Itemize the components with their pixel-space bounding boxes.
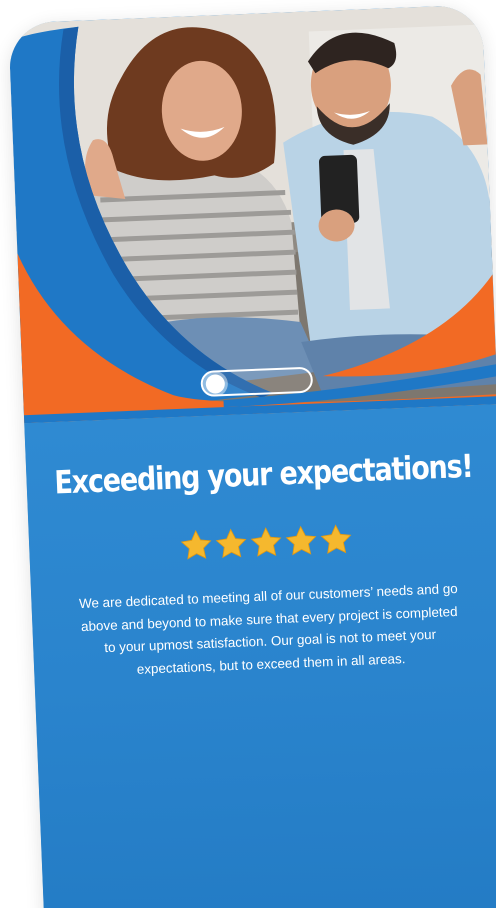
promo-card: Exceeding your expectations! We are dedi…	[8, 4, 496, 908]
rating-stars	[29, 516, 496, 569]
content-panel: Exceeding your expectations! We are dedi…	[24, 404, 496, 908]
slider-knob[interactable]	[205, 374, 226, 394]
star-icon	[319, 522, 354, 557]
star-icon	[249, 525, 284, 560]
page: Exceeding your expectations! We are dedi…	[0, 0, 496, 908]
headline: Exceeding your expectations!	[53, 448, 474, 502]
star-icon	[179, 528, 214, 563]
star-icon	[284, 524, 319, 559]
hero-image-area	[8, 4, 496, 424]
slider-toggle[interactable]	[200, 366, 314, 398]
description-text: We are dedicated to meeting all of our c…	[78, 580, 458, 677]
star-icon	[214, 526, 249, 561]
couple-celebrating-photo	[8, 4, 496, 424]
